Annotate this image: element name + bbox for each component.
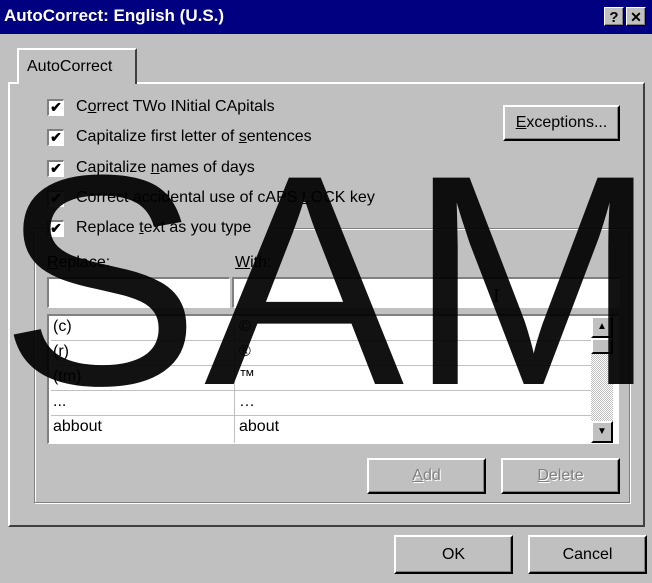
option-caps-lock[interactable]: ✔ Correct accidental use of cAPS LOCK ke… [47, 186, 375, 210]
cancel-button[interactable]: Cancel [528, 535, 647, 574]
checkbox[interactable]: ✔ [47, 128, 64, 146]
list-item[interactable]: (tm) ™ [51, 366, 591, 391]
list-scrollbar[interactable]: ▲ ▼ [591, 316, 613, 443]
with-input[interactable] [232, 277, 620, 308]
scroll-thumb[interactable] [591, 338, 613, 354]
list-item[interactable]: (c) © [51, 316, 591, 341]
exceptions-button[interactable]: Exceptions... [503, 105, 620, 141]
delete-button[interactable]: Delete [501, 458, 620, 494]
list-item[interactable]: ...… [51, 391, 591, 416]
option-label: Capitalize names of days [76, 159, 255, 176]
window-title: AutoCorrect: English (U.S.) [4, 6, 225, 25]
option-capitalize-days[interactable]: ✔ Capitalize names of days [47, 156, 255, 180]
option-label: Capitalize first letter of sentences [76, 128, 312, 145]
ok-button[interactable]: OK [394, 535, 513, 574]
help-button[interactable]: ? [604, 7, 624, 26]
tab-label: AutoCorrect [27, 58, 113, 75]
option-replace-text[interactable]: ✔ Replace text as you type [47, 216, 251, 240]
checkbox[interactable]: ✔ [47, 189, 64, 207]
list-item[interactable]: (r) ® [51, 341, 591, 366]
replace-label: Replace: [47, 254, 111, 271]
checkbox[interactable]: ✔ [47, 159, 64, 177]
tab-autocorrect[interactable]: AutoCorrect [17, 48, 137, 84]
checkbox[interactable]: ✔ [47, 219, 64, 237]
option-correct-two-initial-capitals[interactable]: ✔ Correct TWo INitial CApitals [47, 95, 275, 119]
scroll-down-icon[interactable]: ▼ [591, 421, 613, 443]
checkbox[interactable]: ✔ [47, 98, 64, 116]
ibeam-cursor-icon: I [493, 285, 500, 307]
replacement-list[interactable]: (c) © (r) ® (tm) ™ ...… abbout about [47, 314, 619, 444]
replace-input[interactable] [47, 277, 230, 308]
option-label: Correct accidental use of cAPS LOCK key [76, 189, 375, 206]
option-label: Replace text as you type [76, 219, 252, 236]
close-button[interactable]: ✕ [626, 7, 646, 26]
scroll-up-icon[interactable]: ▲ [591, 316, 613, 338]
add-button[interactable]: Add [367, 458, 486, 494]
with-label: With: [235, 254, 272, 271]
list-item[interactable]: abbout about [51, 416, 591, 441]
option-label: Correct TWo INitial CApitals [76, 98, 275, 115]
option-capitalize-sentences[interactable]: ✔ Capitalize first letter of sentences [47, 125, 312, 149]
